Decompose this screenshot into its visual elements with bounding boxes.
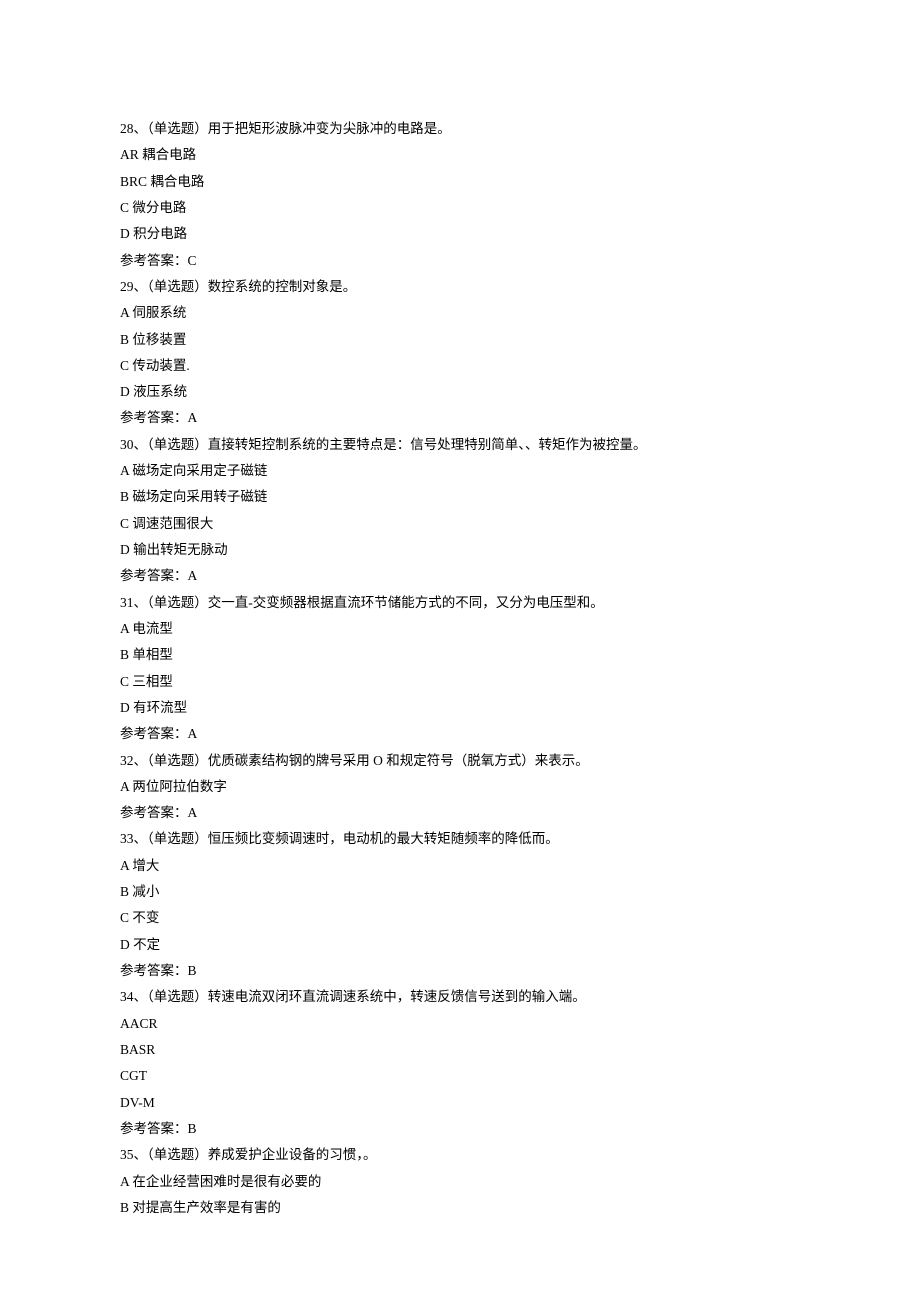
text-line: B 单相型 [120,642,800,668]
text-line: B 对提高生产效率是有害的 [120,1195,800,1221]
text-line: B 磁场定向采用转子磁链 [120,484,800,510]
text-line: 参考答案：A [120,405,800,431]
text-line: C 不变 [120,905,800,931]
text-line: B 位移装置 [120,327,800,353]
text-line: BRC 耦合电路 [120,169,800,195]
text-line: 参考答案：A [120,563,800,589]
text-line: C 传动装置. [120,353,800,379]
text-line: 30、（单选题）直接转矩控制系统的主要特点是：信号处理特别简单、、转矩作为被控量… [120,432,800,458]
text-line: CGT [120,1063,800,1089]
text-line: A 两位阿拉伯数字 [120,774,800,800]
text-line: A 增大 [120,853,800,879]
text-line: B 减小 [120,879,800,905]
text-line: A 在企业经营困难时是很有必要的 [120,1169,800,1195]
text-line: DV-M [120,1090,800,1116]
text-line: D 输出转矩无脉动 [120,537,800,563]
text-line: D 不定 [120,932,800,958]
text-line: D 有环流型 [120,695,800,721]
text-line: C 调速范围很大 [120,511,800,537]
text-line: A 磁场定向采用定子磁链 [120,458,800,484]
text-line: 32、（单选题）优质碳素结构钢的牌号采用 O 和规定符号（脱氧方式）来表示。 [120,748,800,774]
document-page: 28、（单选题）用于把矩形波脉冲变为尖脉冲的电路是。 AR 耦合电路 BRC 耦… [0,0,920,1281]
text-line: AR 耦合电路 [120,142,800,168]
text-line: 29、（单选题）数控系统的控制对象是。 [120,274,800,300]
text-line: 35、（单选题）养成爱护企业设备的习惯，。 [120,1142,800,1168]
text-line: 参考答案：B [120,1116,800,1142]
text-line: D 液压系统 [120,379,800,405]
text-line: 参考答案：A [120,800,800,826]
text-line: 31、（单选题）交一直-交变频器根据直流环节储能方式的不同，又分为电压型和。 [120,590,800,616]
text-line: 参考答案：B [120,958,800,984]
text-line: 参考答案：A [120,721,800,747]
text-line: 28、（单选题）用于把矩形波脉冲变为尖脉冲的电路是。 [120,116,800,142]
text-line: A 伺服系统 [120,300,800,326]
text-line: C 微分电路 [120,195,800,221]
text-line: BASR [120,1037,800,1063]
text-line: AACR [120,1011,800,1037]
text-line: 34、（单选题）转速电流双闭环直流调速系统中，转速反馈信号送到的输入端。 [120,984,800,1010]
text-line: 33、（单选题）恒压频比变频调速时，电动机的最大转矩随频率的降低而。 [120,826,800,852]
text-line: D 积分电路 [120,221,800,247]
text-line: A 电流型 [120,616,800,642]
text-line: 参考答案：C [120,248,800,274]
text-line: C 三相型 [120,669,800,695]
